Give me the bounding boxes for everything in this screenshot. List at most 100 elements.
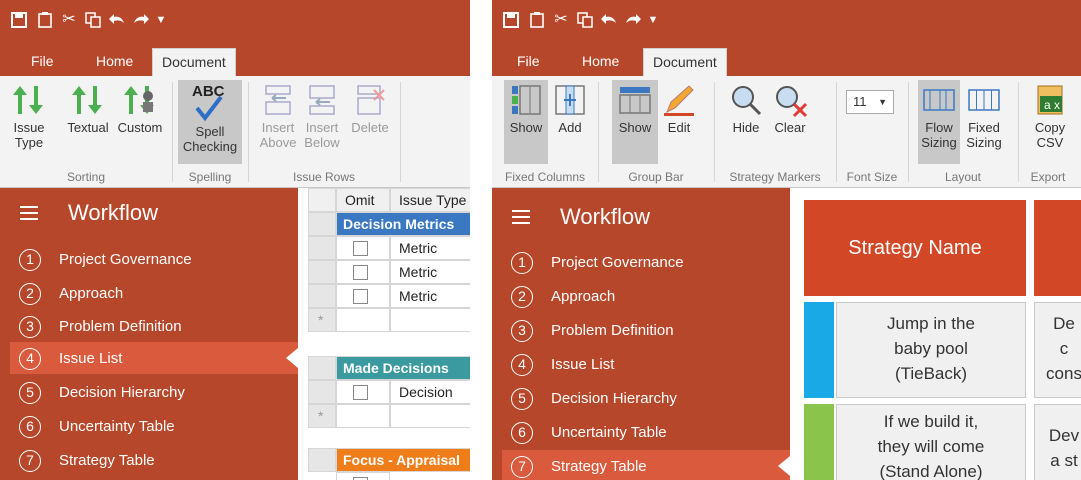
issue-type-sort-button[interactable]: Issue Type <box>8 80 50 164</box>
strategy-color-swatch[interactable] <box>804 302 834 398</box>
clear-markers-button[interactable]: Clear <box>768 80 812 164</box>
tab-home[interactable]: Home <box>87 48 142 76</box>
tab-file[interactable]: File <box>22 48 63 76</box>
copy-csv-button[interactable]: a x Copy CSV <box>1030 80 1070 164</box>
custom-sort-button[interactable]: Custom <box>114 80 166 164</box>
new-row-cell[interactable] <box>390 404 470 428</box>
redo-icon[interactable] <box>130 12 152 32</box>
title-bar: ✂ ▼ <box>0 0 470 40</box>
add-column-icon <box>555 85 585 115</box>
workflow-item-issue-list[interactable]: 4 Issue List <box>10 342 298 374</box>
cut-icon[interactable]: ✂ <box>550 12 572 28</box>
tab-document[interactable]: Document <box>152 48 236 76</box>
textual-sort-button[interactable]: Textual <box>60 80 116 164</box>
workflow-item-uncertainty-table[interactable]: 6 Uncertainty Table <box>502 416 790 448</box>
strategy-name-header[interactable]: Strategy Name <box>804 200 1026 296</box>
hamburger-menu-icon[interactable] <box>20 206 38 220</box>
redo-icon[interactable] <box>622 12 644 32</box>
new-row-marker[interactable]: * <box>308 404 336 428</box>
tab-file[interactable]: File <box>508 48 549 76</box>
issue-type-cell[interactable]: Metric <box>390 236 470 260</box>
tab-document[interactable]: Document <box>643 48 727 76</box>
omit-checkbox[interactable] <box>353 289 368 304</box>
hamburger-menu-icon[interactable] <box>512 210 530 224</box>
new-row-cell[interactable] <box>336 404 390 428</box>
row-selector[interactable] <box>308 260 336 284</box>
copy-icon[interactable] <box>82 12 104 32</box>
workflow-item-problem-definition[interactable]: 3 Problem Definition <box>502 314 790 346</box>
clipboard-icon[interactable] <box>34 12 56 32</box>
workflow-item-decision-hierarchy[interactable]: 5 Decision Hierarchy <box>502 382 790 414</box>
quick-access-dropdown-icon[interactable]: ▼ <box>642 12 664 28</box>
font-size-dropdown[interactable]: 11 ▼ <box>846 90 894 114</box>
new-row-marker[interactable]: * <box>308 308 336 332</box>
row-selector[interactable] <box>308 356 336 380</box>
omit-checkbox-cell[interactable] <box>336 236 390 260</box>
delete-row-button[interactable]: Delete <box>344 80 396 164</box>
omit-checkbox[interactable] <box>353 385 368 400</box>
strategy-name-cell[interactable]: Jump in the baby pool (TieBack) <box>836 302 1026 398</box>
row-selector[interactable] <box>308 284 336 308</box>
undo-icon[interactable] <box>106 12 128 32</box>
omit-checkbox[interactable] <box>353 241 368 256</box>
issue-type-cell[interactable]: Decision <box>390 380 470 404</box>
clipboard-icon[interactable] <box>526 12 548 32</box>
workflow-item-approach[interactable]: 2 Approach <box>502 280 790 312</box>
group-header-focus-appraisal[interactable]: Focus - Appraisal <box>336 448 470 472</box>
next-column-header[interactable] <box>1034 200 1081 296</box>
tab-home[interactable]: Home <box>573 48 628 76</box>
strategy-name-cell[interactable]: If we build it, they will come (Stand Al… <box>836 404 1026 480</box>
copy-icon[interactable] <box>574 12 596 32</box>
group-separator <box>908 82 909 182</box>
insert-below-button[interactable]: Insert Below <box>300 80 344 164</box>
save-icon[interactable] <box>500 12 522 32</box>
workflow-item-approach[interactable]: 2 Approach <box>10 277 298 309</box>
omit-checkbox-cell[interactable] <box>336 284 390 308</box>
row-selector[interactable] <box>308 380 336 404</box>
spell-checking-button[interactable]: ABC Spell Checking <box>178 80 242 164</box>
issue-type-cell[interactable]: Metric <box>390 260 470 284</box>
add-column-button[interactable]: Add <box>550 80 590 164</box>
omit-checkbox-cell[interactable] <box>336 380 390 404</box>
workflow-item-strategy-table[interactable]: 7 Strategy Table <box>502 450 790 480</box>
delete-row-icon <box>357 85 385 115</box>
issue-type-cell[interactable]: Metric <box>390 284 470 308</box>
omit-checkbox[interactable] <box>353 265 368 280</box>
new-row-cell[interactable] <box>336 308 390 332</box>
svg-text:a x: a x <box>1044 98 1060 112</box>
group-header-made-decisions[interactable]: Made Decisions <box>336 356 470 380</box>
undo-icon[interactable] <box>598 12 620 32</box>
group-header-decision-metrics[interactable]: Decision Metrics <box>336 212 470 236</box>
omit-checkbox-cell[interactable] <box>336 472 390 480</box>
group-bar-show-button[interactable]: Show <box>612 80 658 164</box>
new-row-cell[interactable] <box>390 308 470 332</box>
insert-above-button[interactable]: Insert Above <box>256 80 300 164</box>
strategy-color-swatch[interactable] <box>804 404 834 480</box>
row-selector[interactable] <box>308 212 336 236</box>
strategy-cell[interactable]: Dev a st <box>1034 404 1081 480</box>
omit-column-header[interactable]: Omit <box>336 188 390 212</box>
workflow-item-problem-definition[interactable]: 3 Problem Definition <box>10 310 298 342</box>
group-bar-edit-button[interactable]: Edit <box>658 80 700 164</box>
quick-access-dropdown-icon[interactable]: ▼ <box>150 12 172 28</box>
workflow-item-strategy-table[interactable]: 7 Strategy Table <box>10 444 298 476</box>
workflow-item-project-governance[interactable]: 1 Project Governance <box>10 243 298 275</box>
workflow-item-issue-list[interactable]: 4 Issue List <box>502 348 790 380</box>
hide-markers-button[interactable]: Hide <box>724 80 768 164</box>
row-selector[interactable] <box>308 448 336 472</box>
issue-type-column-header[interactable]: Issue Type <box>390 188 470 212</box>
cut-icon[interactable]: ✂ <box>58 12 80 28</box>
workflow-title: Workflow <box>560 204 651 229</box>
step-number: 2 <box>19 283 41 305</box>
strategy-cell[interactable]: De c cons <box>1034 302 1081 398</box>
workflow-item-project-governance[interactable]: 1 Project Governance <box>502 246 790 278</box>
step-number: 1 <box>511 252 533 274</box>
save-icon[interactable] <box>8 12 30 32</box>
row-selector[interactable] <box>308 236 336 260</box>
fixed-columns-show-button[interactable]: Show <box>504 80 548 164</box>
workflow-item-uncertainty-table[interactable]: 6 Uncertainty Table <box>10 410 298 442</box>
fixed-sizing-button[interactable]: Fixed Sizing <box>962 80 1006 164</box>
flow-sizing-button[interactable]: Flow Sizing <box>918 80 960 164</box>
omit-checkbox-cell[interactable] <box>336 260 390 284</box>
workflow-item-decision-hierarchy[interactable]: 5 Decision Hierarchy <box>10 376 298 408</box>
